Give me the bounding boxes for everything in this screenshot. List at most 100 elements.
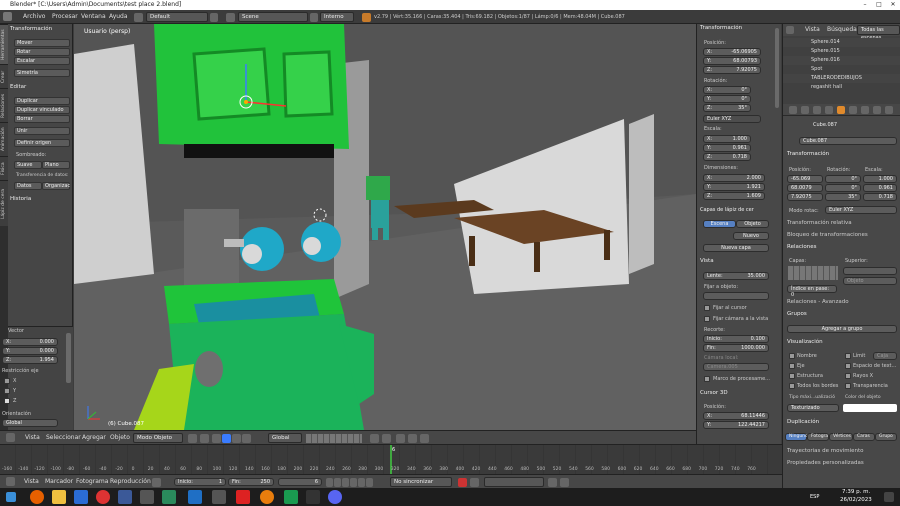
- custom-props-header[interactable]: Propiedades personalizadas: [787, 460, 864, 466]
- clock-time[interactable]: 7:39 p. m.: [842, 489, 870, 495]
- current-frame-field[interactable]: 6: [278, 478, 322, 486]
- file-explorer-icon[interactable]: [52, 490, 66, 504]
- history-panel-header[interactable]: Historia: [10, 196, 31, 202]
- axis-x-checkbox[interactable]: [4, 378, 10, 384]
- groups-header[interactable]: Grupos: [787, 311, 807, 317]
- outliner-menu-busqueda[interactable]: Búsqueda: [827, 25, 857, 35]
- cursor-x-field[interactable]: X: 68.11446: [703, 412, 769, 420]
- dup-group-tab[interactable]: Grupo: [875, 433, 897, 441]
- props-rot-x[interactable]: 0°: [825, 175, 861, 183]
- n-loc-z-field[interactable]: Z: 7.92075: [703, 66, 761, 74]
- props-rot-y[interactable]: 0°: [825, 184, 861, 192]
- editor-3d-icon[interactable]: [6, 433, 15, 442]
- outliner-menu-vista[interactable]: Vista: [805, 25, 820, 35]
- dup-faces-tab[interactable]: Caras: [853, 433, 875, 441]
- n-rot-z-field[interactable]: Z: 35°: [703, 104, 751, 112]
- relations-extras-header[interactable]: Relaciones - Avanzado: [787, 299, 849, 305]
- timeline-editor-icon[interactable]: [6, 477, 15, 486]
- menu-ventana[interactable]: Ventana: [81, 12, 106, 22]
- transfer-data-button[interactable]: Datos: [14, 182, 42, 190]
- transform-locks-header[interactable]: Bloqueo de transformaciones: [787, 232, 868, 238]
- vector-y-field[interactable]: Y: 0.000: [2, 347, 58, 355]
- jump-start-icon[interactable]: [326, 478, 333, 487]
- modifiers-tab-icon[interactable]: [861, 106, 869, 114]
- gp-tab-object[interactable]: Objeto: [736, 220, 769, 228]
- join-button[interactable]: Unir: [14, 127, 70, 135]
- screen-layout-select[interactable]: Default: [146, 12, 208, 22]
- start-icon[interactable]: [6, 492, 16, 502]
- outliner-item[interactable]: regashit hall: [783, 83, 900, 92]
- layers-tab-icon[interactable]: [801, 106, 809, 114]
- tab-fisica[interactable]: Física: [0, 156, 8, 180]
- editor-type-icon[interactable]: [3, 12, 12, 21]
- close-icon[interactable]: ✕: [886, 0, 900, 10]
- props-transform-header[interactable]: Transformación: [787, 151, 829, 157]
- n-rot-x-field[interactable]: X: 0°: [703, 86, 751, 94]
- end-frame-field[interactable]: Fin: 250: [228, 478, 274, 486]
- props-rot-z[interactable]: 35°: [825, 193, 861, 201]
- n-gp-header[interactable]: Capas de lápiz de cer: [700, 207, 754, 213]
- tab-animacion[interactable]: Animación: [0, 122, 8, 156]
- n-cursor-header[interactable]: Cursor 3D: [700, 390, 728, 396]
- display-xray-checkbox[interactable]: [845, 373, 851, 379]
- start-frame-field[interactable]: Inicio: 1: [174, 478, 226, 486]
- object-color-swatch[interactable]: [843, 404, 897, 412]
- gp-tab-scene[interactable]: Escena: [703, 220, 736, 228]
- display-alledges-checkbox[interactable]: [789, 383, 795, 389]
- outliner-item[interactable]: TABLERODEDIBUJOS: [783, 74, 900, 83]
- gp-new-layer-button[interactable]: Nueva capa: [703, 244, 769, 252]
- display-wire-checkbox[interactable]: [789, 373, 795, 379]
- 3d-viewport[interactable]: Usuario (persp) (6) Cube.087: [74, 24, 696, 430]
- lock-cursor-checkbox[interactable]: [704, 305, 710, 311]
- duplication-header[interactable]: Duplicación: [787, 419, 819, 425]
- n-transform-header[interactable]: Transformación: [700, 25, 742, 31]
- menu-agregar[interactable]: Agregar: [82, 433, 106, 443]
- gp-new-button[interactable]: Nuevo: [733, 232, 769, 240]
- tl-menu-marcador[interactable]: Marcador: [45, 477, 73, 487]
- lock-camera-checkbox[interactable]: [704, 316, 710, 322]
- n-dim-y-field[interactable]: Y: 1.921: [703, 183, 765, 191]
- clock-date[interactable]: 26/02/2023: [840, 497, 872, 503]
- keying-set-field[interactable]: [484, 477, 544, 487]
- jump-end-icon[interactable]: [366, 478, 373, 487]
- opengl-render-icon[interactable]: [420, 434, 429, 443]
- material-tab-icon[interactable]: [885, 106, 893, 114]
- tab-relaciones[interactable]: Relaciones: [0, 88, 8, 122]
- menu-archivo[interactable]: Archivo: [23, 12, 45, 22]
- set-origin-select[interactable]: Definir origen: [14, 139, 70, 147]
- render-engine-select[interactable]: Interno: [320, 12, 354, 22]
- pivot-icon[interactable]: [200, 434, 209, 443]
- mode-select[interactable]: Modo Objeto: [133, 433, 183, 443]
- shade-smooth-button[interactable]: Suave: [14, 161, 42, 169]
- props-loc-y[interactable]: 68.0079: [787, 184, 823, 192]
- n-euler-select[interactable]: Euler XYZ: [703, 115, 761, 123]
- object-name-field[interactable]: Cube.087: [799, 137, 897, 145]
- vector-z-field[interactable]: Z: 1.954: [2, 356, 58, 364]
- duplicate-linked-button[interactable]: Duplicar vinculado: [14, 106, 70, 114]
- layers-grid[interactable]: [306, 434, 362, 443]
- app-icon-8[interactable]: [188, 490, 202, 504]
- n-loc-y-field[interactable]: Y: 68.00793: [703, 57, 761, 65]
- app-icon-5[interactable]: [118, 490, 132, 504]
- menu-vista[interactable]: Vista: [25, 433, 40, 443]
- n-scale-z-field[interactable]: Z: 0.718: [703, 153, 751, 161]
- display-bounds-checkbox[interactable]: [845, 353, 851, 359]
- props-scale-x[interactable]: 1.000: [863, 175, 897, 183]
- keying-icon[interactable]: [470, 478, 479, 487]
- display-texspace-checkbox[interactable]: [845, 363, 851, 369]
- blender-taskbar-icon[interactable]: [260, 490, 274, 504]
- sync-select[interactable]: No sincronizar: [390, 477, 452, 487]
- outliner-item[interactable]: Spot: [783, 65, 900, 74]
- minimize-icon[interactable]: –: [858, 0, 872, 10]
- opera-icon[interactable]: [96, 490, 110, 504]
- n-view-header[interactable]: Vista: [700, 258, 714, 264]
- rotate-button[interactable]: Rotar: [14, 48, 70, 56]
- tl-menu-reproduccion[interactable]: Reproducción: [110, 477, 151, 487]
- next-key-icon[interactable]: [358, 478, 365, 487]
- app-icon-9[interactable]: [212, 490, 226, 504]
- notifications-icon[interactable]: [884, 492, 894, 502]
- n-rot-y-field[interactable]: Y: 0°: [703, 95, 751, 103]
- render-tab-icon[interactable]: [789, 106, 797, 114]
- lock-object-field[interactable]: [703, 292, 769, 300]
- pass-index-field[interactable]: Índice en pase: 0: [787, 285, 837, 298]
